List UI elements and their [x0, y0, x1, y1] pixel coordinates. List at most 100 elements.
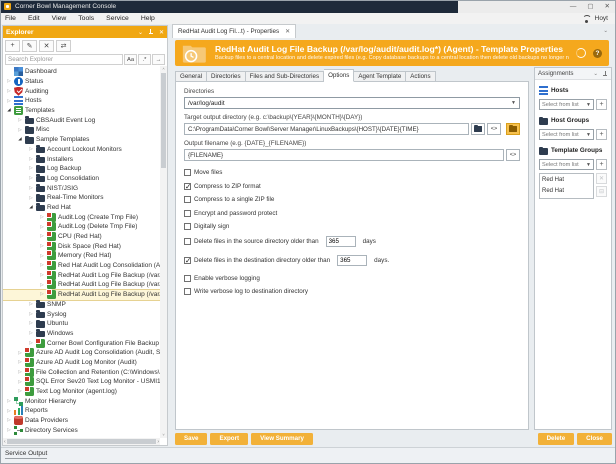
- tree-item[interactable]: ▷Account Lockout Monitors: [3, 145, 160, 155]
- tree-item[interactable]: ▷Azure AD Audit Log Monitor (Audit): [3, 358, 160, 368]
- tab-general[interactable]: General: [175, 71, 207, 82]
- expand-icon[interactable]: ▷: [28, 186, 34, 191]
- target-directory-input[interactable]: [184, 123, 469, 135]
- expand-icon[interactable]: ▷: [39, 234, 45, 239]
- save-button[interactable]: Save: [175, 433, 207, 445]
- collapse-icon[interactable]: ◢: [6, 108, 12, 113]
- close-tab-icon[interactable]: ✕: [285, 28, 290, 35]
- edit-button[interactable]: ✎: [22, 40, 37, 52]
- close-button[interactable]: Close: [577, 433, 612, 445]
- list-item[interactable]: Red Hat: [540, 185, 593, 196]
- tree-item[interactable]: ▷Audit.Log (Delete Tmp File): [3, 222, 160, 232]
- chevron-down-icon[interactable]: ⌄: [593, 71, 598, 77]
- add-button[interactable]: +: [596, 159, 607, 170]
- tree-item[interactable]: ▷Log Backup: [3, 164, 160, 174]
- menu-tools[interactable]: Tools: [78, 15, 94, 22]
- search-input[interactable]: [5, 54, 123, 65]
- tree-item[interactable]: ▷Memory (Red Hat): [3, 251, 160, 261]
- close-icon[interactable]: ✕: [159, 29, 164, 36]
- go-button[interactable]: →: [152, 54, 165, 65]
- select-from-list-dropdown[interactable]: Select from list▼: [539, 99, 594, 110]
- browse-folder-button[interactable]: [471, 123, 485, 135]
- expand-icon[interactable]: ▷: [17, 128, 23, 133]
- expand-icon[interactable]: ▷: [39, 244, 45, 249]
- tree-item[interactable]: ▷Text Log Monitor (agent.log): [3, 387, 160, 397]
- remove-item-button[interactable]: ✕: [596, 173, 607, 184]
- expand-icon[interactable]: ▷: [39, 225, 45, 230]
- scroll-up-icon[interactable]: ˄: [160, 66, 167, 72]
- checkbox[interactable]: [184, 288, 191, 295]
- expand-icon[interactable]: ▷: [28, 196, 34, 201]
- menu-view[interactable]: View: [52, 15, 67, 22]
- expand-icon[interactable]: ▷: [28, 157, 34, 162]
- insert-variable-button[interactable]: <>: [487, 123, 501, 135]
- expand-icon[interactable]: ▷: [17, 380, 23, 385]
- open-folder-button[interactable]: [506, 123, 520, 135]
- output-filename-input[interactable]: [184, 149, 504, 161]
- add-button[interactable]: +: [596, 129, 607, 140]
- minimize-window-icon[interactable]: —: [570, 3, 577, 10]
- tree-item[interactable]: ▷Ubuntu: [3, 319, 160, 329]
- tab-actions[interactable]: Actions: [406, 71, 435, 82]
- tree-item[interactable]: ▷Auditing: [3, 86, 160, 96]
- tree-vertical-scrollbar[interactable]: ˄ ˅: [160, 66, 167, 438]
- checkbox[interactable]: [184, 223, 191, 230]
- document-tab[interactable]: RedHat Audit Log Fil...t) - Properties ✕: [172, 24, 296, 38]
- expand-icon[interactable]: ▷: [39, 254, 45, 259]
- tree-item[interactable]: ▷Directory Services: [3, 425, 160, 435]
- tree-item[interactable]: ▷Installers: [3, 154, 160, 164]
- remove-all-button[interactable]: ⊟: [596, 186, 607, 197]
- expand-icon[interactable]: ▷: [28, 176, 34, 181]
- checkbox[interactable]: [184, 257, 191, 264]
- assigned-groups-list[interactable]: Red HatRed Hat: [539, 173, 594, 199]
- expand-icon[interactable]: ▷: [28, 341, 34, 346]
- tab-files-and-sub-directories[interactable]: Files and Sub-Directories: [246, 71, 324, 82]
- checkbox[interactable]: [184, 169, 191, 176]
- expand-icon[interactable]: ▷: [28, 302, 34, 307]
- maximize-window-icon[interactable]: ▢: [587, 2, 593, 10]
- tree-item[interactable]: ▷Real-Time Monitors: [3, 193, 160, 203]
- scroll-right-icon[interactable]: ›: [157, 439, 159, 445]
- directories-select[interactable]: /var/log/audit ▼: [184, 97, 520, 109]
- close-window-icon[interactable]: ✕: [605, 2, 610, 10]
- expand-icon[interactable]: ▷: [6, 79, 12, 84]
- menu-help[interactable]: Help: [141, 15, 155, 22]
- tree-item[interactable]: ▷RedHat Audit Log File Backup (/var/log/…: [3, 270, 160, 280]
- tab-options[interactable]: Options: [324, 69, 354, 82]
- collapse-icon[interactable]: ◢: [17, 137, 23, 142]
- expand-icon[interactable]: ▷: [17, 360, 23, 365]
- tree-item[interactable]: ▷Misc: [3, 125, 160, 135]
- tree-item[interactable]: ▷Windows: [3, 329, 160, 339]
- tree-item[interactable]: ▷Hosts: [3, 96, 160, 106]
- tree-item[interactable]: ▷CBSAudit Event Log: [3, 115, 160, 125]
- tree-item[interactable]: ▷Reports: [3, 406, 160, 416]
- tree-item[interactable]: ▷Monitor Hierarchy: [3, 396, 160, 406]
- checkbox[interactable]: [184, 238, 191, 245]
- tree-item[interactable]: Dashboard: [3, 67, 160, 77]
- delete-button[interactable]: ✕: [39, 40, 54, 52]
- days-input[interactable]: [337, 255, 367, 266]
- expand-icon[interactable]: ▷: [17, 118, 23, 123]
- select-from-list-dropdown[interactable]: Select from list▼: [539, 159, 594, 170]
- tree-item[interactable]: ▷Disk Space (Red Hat): [3, 241, 160, 251]
- tree-item[interactable]: ▷Log Consolidation: [3, 174, 160, 184]
- expand-icon[interactable]: ▷: [6, 409, 12, 414]
- scroll-down-icon[interactable]: ˅: [160, 432, 167, 438]
- tree-item[interactable]: ▷CPU (Red Hat): [3, 232, 160, 242]
- days-input[interactable]: [326, 236, 356, 247]
- expand-icon[interactable]: ▷: [6, 89, 12, 94]
- expand-icon[interactable]: ▷: [17, 351, 23, 356]
- pin-icon[interactable]: [148, 29, 154, 35]
- expand-icon[interactable]: ▷: [39, 215, 45, 220]
- refresh-button[interactable]: ⇄: [56, 40, 71, 52]
- view-summary-button[interactable]: View Summary: [251, 433, 313, 445]
- tree-item[interactable]: ▷NIST/JSIG: [3, 183, 160, 193]
- pin-icon[interactable]: [602, 71, 608, 77]
- tab-agent-template[interactable]: Agent Template: [354, 71, 406, 82]
- tree-item[interactable]: ▷SNMP: [3, 300, 160, 310]
- expand-icon[interactable]: ▷: [28, 147, 34, 152]
- expand-icon[interactable]: ▷: [28, 312, 34, 317]
- menu-service[interactable]: Service: [106, 15, 129, 22]
- tree-item[interactable]: ◢Sample Templates: [3, 135, 160, 145]
- scroll-left-icon[interactable]: ‹: [4, 439, 6, 445]
